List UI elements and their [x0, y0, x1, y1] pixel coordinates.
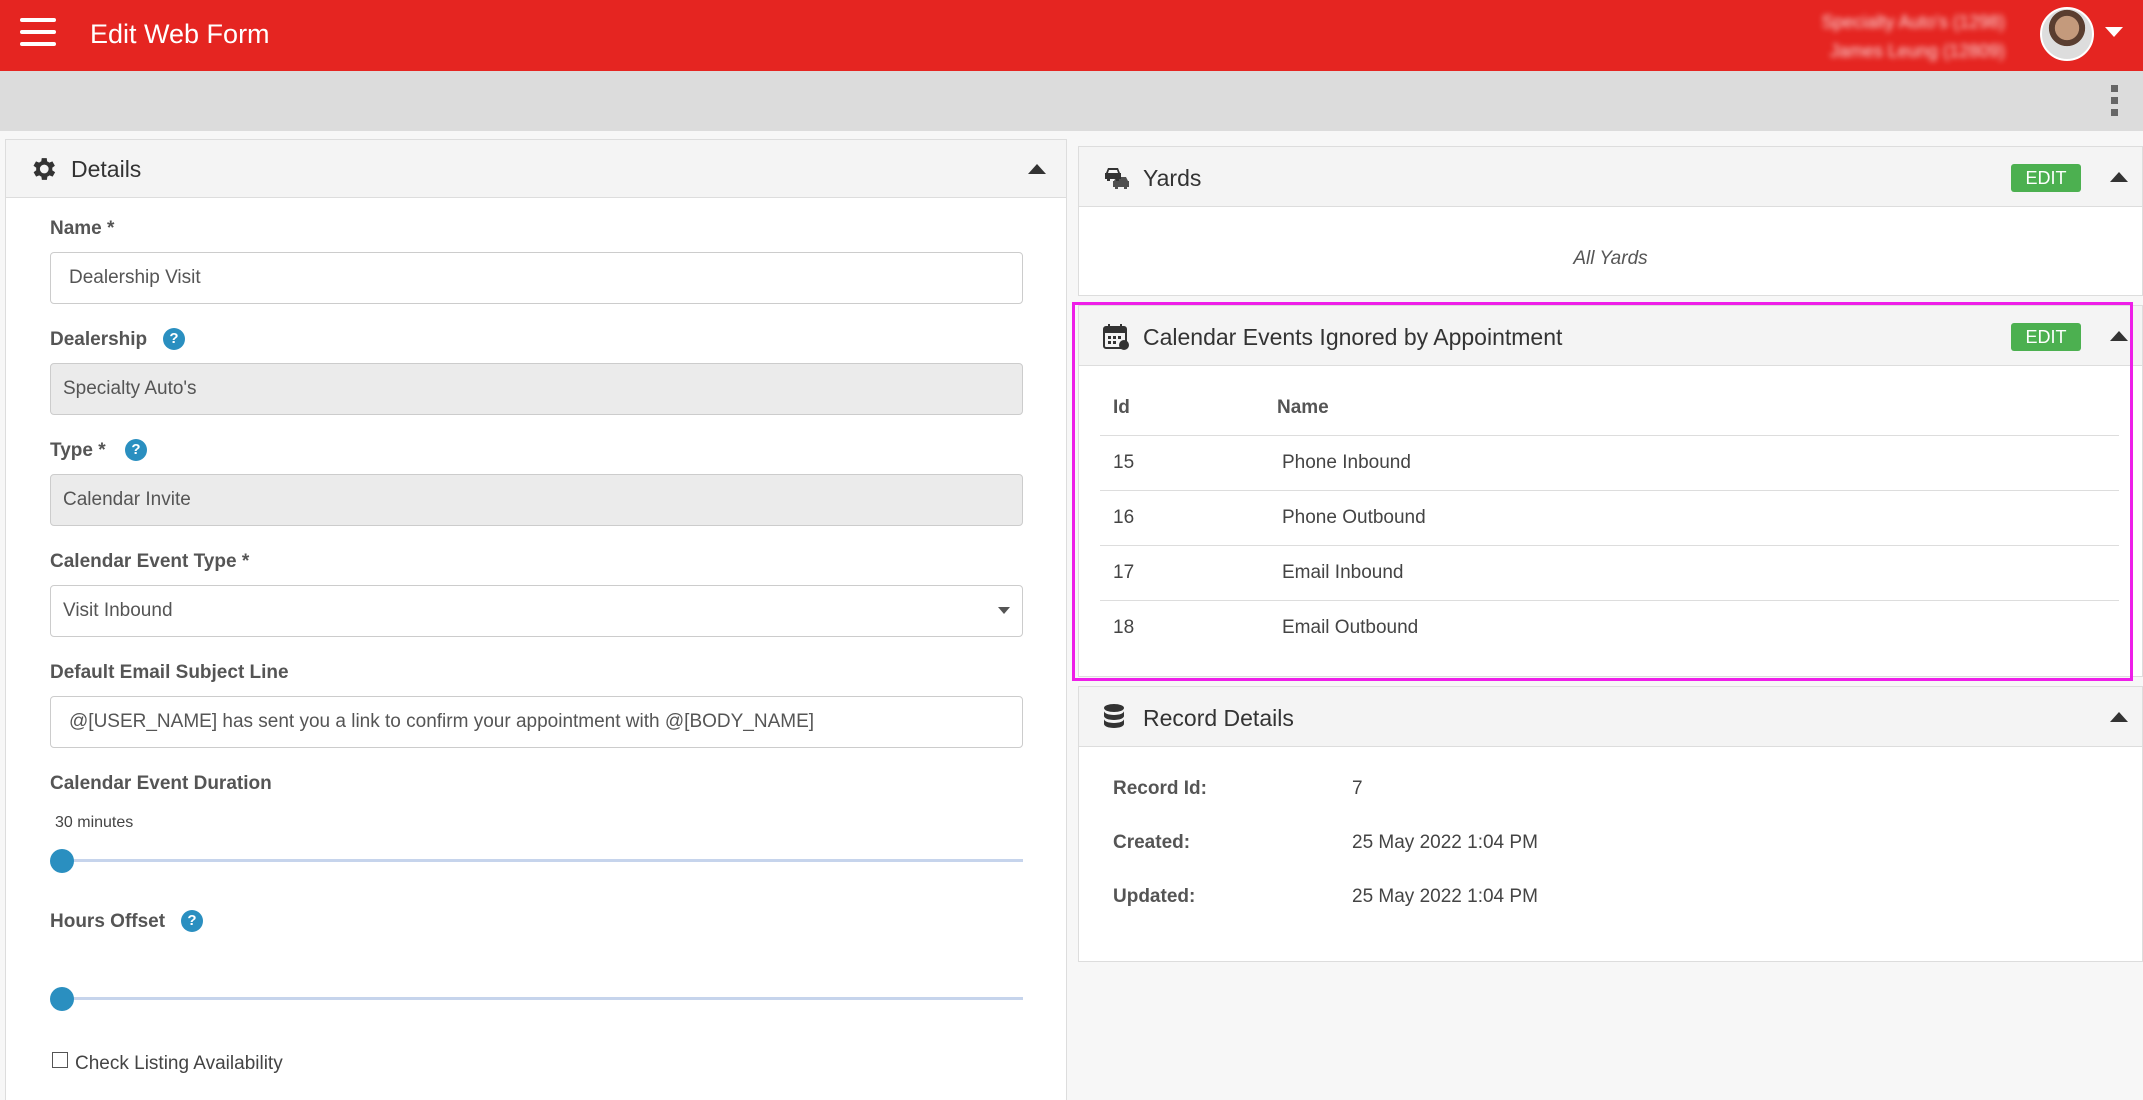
updated-value: 25 May 2022 1:04 PM	[1352, 886, 1538, 907]
table-row: 16 Phone Outbound	[1100, 490, 2119, 545]
updated-label: Updated:	[1113, 886, 1196, 907]
table-row: 18 Email Outbound	[1100, 600, 2119, 655]
yards-summary: All Yards	[1573, 248, 1648, 269]
details-panel-header[interactable]: Details	[6, 140, 1066, 198]
type-label: Type *	[50, 440, 106, 461]
row-id: 18	[1113, 617, 1135, 638]
yards-title: Yards	[1143, 165, 1202, 191]
calendar-events-edit-button[interactable]: EDIT	[2011, 323, 2081, 351]
hours-offset-slider-track[interactable]	[60, 997, 1023, 1000]
record-details-collapse-chevron-up-icon[interactable]	[2110, 712, 2128, 722]
hours-offset-slider-handle[interactable]	[50, 987, 74, 1011]
dealership-field: Specialty Auto's	[50, 363, 1023, 415]
record-details-panel-header[interactable]: Record Details	[1079, 687, 2142, 747]
name-label: Name *	[50, 218, 115, 239]
duration-slider-handle[interactable]	[50, 849, 74, 873]
row-name: Email Outbound	[1282, 617, 1419, 638]
row-id: 16	[1113, 507, 1135, 528]
created-value: 25 May 2022 1:04 PM	[1352, 832, 1538, 853]
dropdown-chevron-down-icon	[998, 607, 1010, 614]
calendar-events-collapse-chevron-up-icon[interactable]	[2110, 331, 2128, 341]
table-row: 17 Email Inbound	[1100, 545, 2119, 600]
row-id: 15	[1113, 452, 1135, 473]
calendar-event-type-value: Visit Inbound	[63, 600, 173, 621]
user-menu-chevron-down-icon[interactable]	[2105, 27, 2123, 37]
hours-offset-label: Hours Offset	[50, 911, 166, 932]
type-help-icon[interactable]: ?	[125, 439, 147, 461]
type-field: Calendar Invite	[50, 474, 1023, 526]
more-options-kebab-icon[interactable]	[2108, 85, 2120, 121]
gear-icon	[33, 158, 56, 180]
row-name: Phone Outbound	[1282, 507, 1426, 528]
yards-panel-header[interactable]: Yards EDIT	[1079, 147, 2142, 207]
row-name: Email Inbound	[1282, 562, 1404, 583]
yards-panel: Yards EDIT All Yards	[1078, 146, 2143, 296]
dealership-help-icon[interactable]: ?	[163, 328, 185, 350]
yards-edit-button[interactable]: EDIT	[2011, 164, 2081, 192]
email-subject-input[interactable]: @[USER_NAME] has sent you a link to conf…	[50, 696, 1023, 748]
dealer-name: Specialty Auto's (1298)	[1821, 12, 2005, 32]
created-label: Created:	[1113, 832, 1191, 853]
record-id-label: Record Id:	[1113, 778, 1207, 799]
calendar-event-type-select[interactable]: Visit Inbound	[50, 585, 1023, 637]
column-header-id: Id	[1113, 397, 1130, 418]
record-details-panel: Record Details	[1078, 686, 2143, 962]
toolbar	[0, 71, 2143, 131]
top-app-bar: Edit Web Form Specialty Auto's (1298) Ja…	[0, 0, 2143, 71]
calendar-event-type-label: Calendar Event Type *	[50, 551, 250, 572]
check-listing-checkbox[interactable]	[52, 1052, 68, 1068]
duration-label: Calendar Event Duration	[50, 773, 272, 794]
calendar-icon	[1103, 324, 1129, 350]
row-id: 17	[1113, 562, 1135, 583]
cars-icon	[1105, 168, 1129, 189]
avatar[interactable]	[2040, 7, 2094, 61]
table-row: 15 Phone Inbound	[1100, 435, 2119, 490]
hamburger-menu-icon[interactable]	[20, 18, 56, 48]
row-name: Phone Inbound	[1282, 452, 1411, 473]
user-info: Specialty Auto's (1298) James Leung (128…	[1821, 8, 2005, 66]
collapse-chevron-up-icon[interactable]	[1028, 164, 1046, 174]
check-listing-label: Check Listing Availability	[75, 1053, 283, 1074]
details-title: Details	[71, 156, 142, 182]
hours-offset-help-icon[interactable]: ?	[181, 910, 203, 932]
calendar-events-panel-header[interactable]: Calendar Events Ignored by Appointment E…	[1079, 306, 2142, 366]
email-subject-label: Default Email Subject Line	[50, 662, 289, 683]
name-input[interactable]: Dealership Visit	[50, 252, 1023, 304]
record-details-title: Record Details	[1143, 705, 1294, 731]
record-id-value: 7	[1352, 778, 1363, 799]
yards-collapse-chevron-up-icon[interactable]	[2110, 172, 2128, 182]
user-name: James Leung (12809)	[1829, 41, 2005, 61]
duration-value-text: 30 minutes	[55, 814, 134, 831]
calendar-events-title: Calendar Events Ignored by Appointment	[1143, 324, 1563, 350]
database-icon	[1104, 704, 1124, 728]
column-header-name: Name	[1277, 397, 1329, 418]
duration-slider-track[interactable]	[60, 859, 1023, 862]
page-title: Edit Web Form	[90, 19, 270, 49]
dealership-label: Dealership	[50, 329, 148, 350]
